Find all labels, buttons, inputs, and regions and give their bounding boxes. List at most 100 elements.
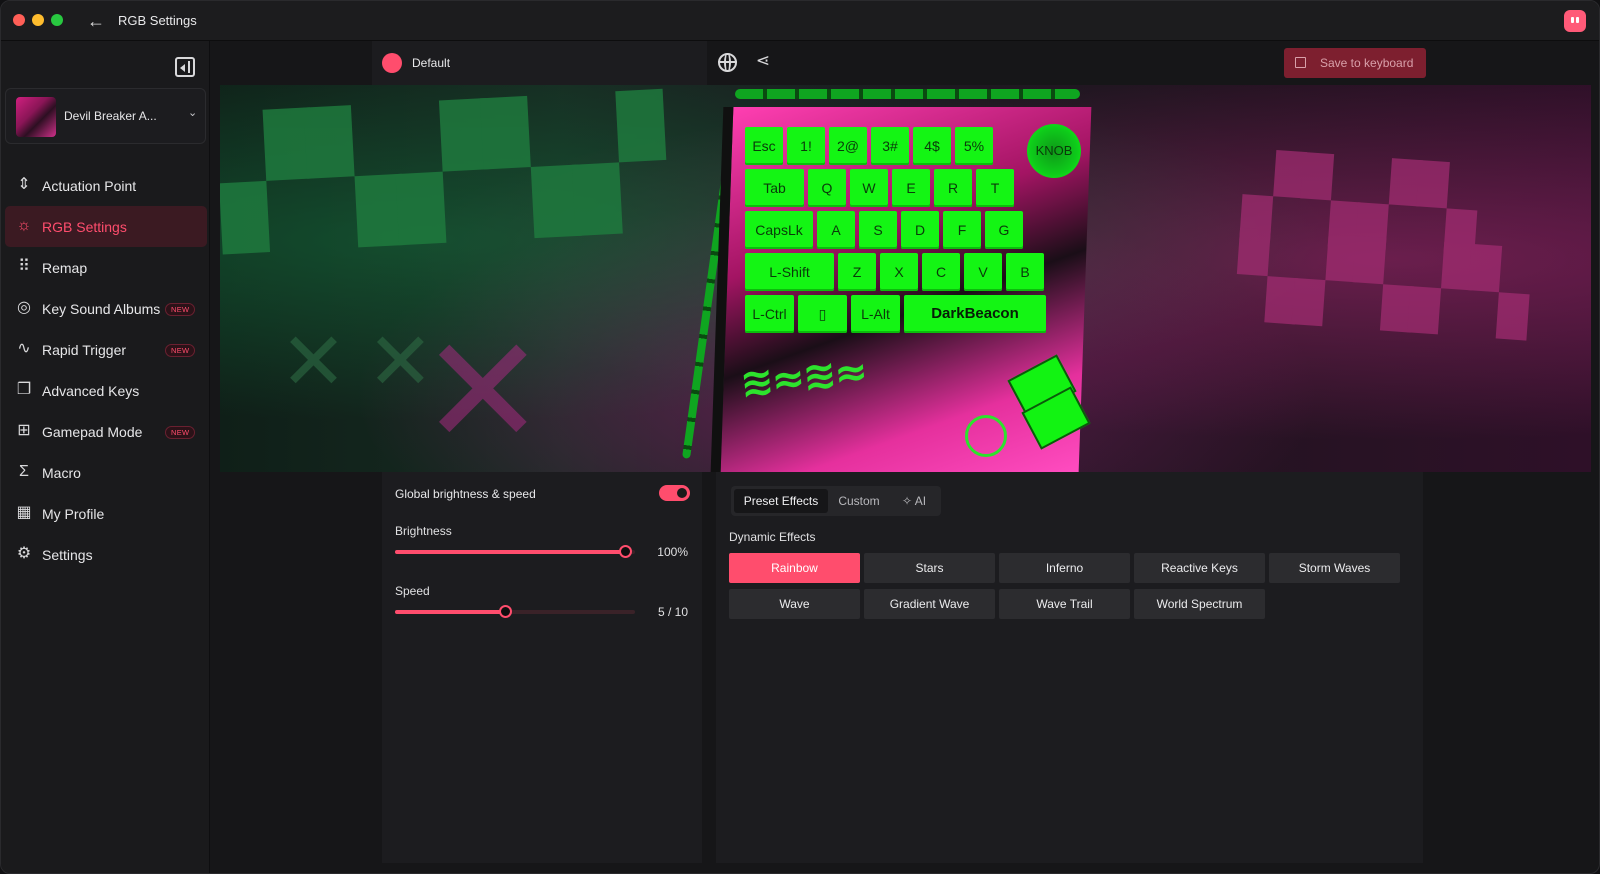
- key-tab[interactable]: Tab: [745, 169, 804, 207]
- key-2[interactable]: 2@: [829, 127, 867, 165]
- key-s[interactable]: S: [859, 211, 897, 249]
- speed-slider-fill: [395, 610, 505, 614]
- key-1[interactable]: 1!: [787, 127, 825, 165]
- sidebar-item-label: My Profile: [42, 506, 105, 522]
- key-d[interactable]: D: [901, 211, 939, 249]
- brightness-label: Brightness: [395, 524, 452, 538]
- key-l-ctrl[interactable]: L-Ctrl: [745, 295, 794, 333]
- sidebar-item-settings[interactable]: ⚙ Settings: [5, 534, 207, 575]
- effect-stars-button[interactable]: Stars: [864, 553, 995, 583]
- sidebar-item-key-sound-albums[interactable]: ◎ Key Sound Albums NEW: [5, 288, 207, 329]
- tab-custom[interactable]: Custom: [829, 489, 889, 513]
- sidebar-item-label: Settings: [42, 547, 93, 563]
- effect-inferno-button[interactable]: Inferno: [999, 553, 1130, 583]
- zoom-window-button[interactable]: [51, 14, 63, 26]
- key-5[interactable]: 5%: [955, 127, 993, 165]
- key-a[interactable]: A: [817, 211, 855, 249]
- window-title: RGB Settings: [118, 13, 197, 28]
- background-graffiti-green: ✕ ✕: [280, 315, 434, 408]
- key-e[interactable]: E: [892, 169, 930, 207]
- global-brightness-toggle[interactable]: [659, 485, 690, 501]
- effect-wave-button[interactable]: Wave: [729, 589, 860, 619]
- key-capslk[interactable]: CapsLk: [745, 211, 813, 249]
- key-x[interactable]: X: [880, 253, 918, 291]
- effects-tabs: Preset Effects Custom ✧ AI: [731, 486, 941, 516]
- sidebar-item-label: Key Sound Albums: [42, 301, 161, 317]
- key-g[interactable]: G: [985, 211, 1023, 249]
- sidebar-item-actuation-point[interactable]: ⇕ Actuation Point: [5, 165, 207, 206]
- back-arrow-icon[interactable]: ←: [85, 10, 107, 32]
- key-t[interactable]: T: [976, 169, 1014, 207]
- global-brightness-speed-label: Global brightness & speed: [395, 487, 536, 501]
- sidebar-item-label: Gamepad Mode: [42, 424, 143, 440]
- sidebar-item-remap[interactable]: ⠿ Remap: [5, 247, 207, 288]
- actuation-icon: ⇕: [17, 176, 31, 193]
- sidebar-item-gamepad-mode[interactable]: ⊞ Gamepad Mode NEW: [5, 411, 207, 452]
- key-l-shift[interactable]: L-Shift: [745, 253, 834, 291]
- effects-panel: Preset Effects Custom ✧ AI Dynamic Effec…: [716, 472, 1423, 863]
- speed-label: Speed: [395, 584, 430, 598]
- key-v[interactable]: V: [964, 253, 1002, 291]
- save-to-keyboard-button[interactable]: Save to keyboard: [1284, 48, 1426, 78]
- new-badge: NEW: [165, 344, 196, 357]
- globe-icon[interactable]: [718, 53, 737, 72]
- speed-slider-thumb[interactable]: [499, 605, 512, 618]
- background-graffiti-left: ▞▚▞▚▞: [220, 91, 665, 254]
- effect-storm-waves-button[interactable]: Storm Waves: [1269, 553, 1400, 583]
- sidebar-item-label: Advanced Keys: [42, 383, 140, 399]
- collapse-sidebar-icon[interactable]: [175, 57, 195, 77]
- sidebar-item-label: Rapid Trigger: [42, 342, 127, 358]
- sidebar: Devil Breaker A... ⌄ ⇕ Actuation Point ☼ RG…: [1, 41, 210, 873]
- profile-color-dot: [382, 53, 402, 73]
- key-3[interactable]: 3#: [871, 127, 909, 165]
- key-c[interactable]: C: [922, 253, 960, 291]
- sidebar-item-advanced-keys[interactable]: ❐ Advanced Keys: [5, 370, 207, 411]
- key-b[interactable]: B: [1006, 253, 1044, 291]
- app-window: ← RGB Settings Devil Breaker A... ⌄ ⇕ Act…: [0, 0, 1600, 874]
- device-selector[interactable]: Devil Breaker A... ⌄: [5, 88, 206, 144]
- close-window-button[interactable]: [13, 14, 25, 26]
- key-f[interactable]: F: [943, 211, 981, 249]
- effect-wave-trail-button[interactable]: Wave Trail: [999, 589, 1130, 619]
- sidebar-item-rapid-trigger[interactable]: ∿ Rapid Trigger NEW: [5, 329, 207, 370]
- new-badge: NEW: [165, 303, 196, 316]
- sidebar-item-rgb-settings[interactable]: ☼ RGB Settings: [5, 206, 207, 247]
- pulse-icon: ∿: [17, 340, 31, 357]
- sidebar-item-my-profile[interactable]: ▦ My Profile: [5, 493, 207, 534]
- grid-icon: ▦: [16, 504, 32, 521]
- profile-name: Default: [412, 56, 451, 70]
- key-fn[interactable]: ▯: [798, 295, 847, 333]
- key-z[interactable]: Z: [838, 253, 876, 291]
- brightness-slider[interactable]: [395, 545, 635, 558]
- speed-slider[interactable]: [395, 605, 635, 618]
- layers-icon: ❐: [16, 381, 32, 398]
- key-q[interactable]: Q: [808, 169, 846, 207]
- background-graffiti-right: ▞▚▞▚ ▚▞▚▞▚: [1234, 150, 1530, 340]
- effect-gradient-wave-button[interactable]: Gradient Wave: [864, 589, 995, 619]
- keyboard-knob[interactable]: KNOB: [1027, 124, 1081, 178]
- global-lighting-panel: Global brightness & speed Brightness 100…: [382, 472, 702, 863]
- app-logo-icon[interactable]: [1564, 10, 1586, 32]
- key-esc[interactable]: Esc: [745, 127, 783, 165]
- key-w[interactable]: W: [850, 169, 888, 207]
- sidebar-item-macro[interactable]: Σ Macro: [5, 452, 207, 493]
- key-r[interactable]: R: [934, 169, 972, 207]
- sidebar-nav: ⇕ Actuation Point ☼ RGB Settings ⠿ Remap ◎ Key …: [5, 165, 207, 575]
- tab-ai[interactable]: ✧ AI: [891, 489, 937, 513]
- device-name: Devil Breaker A...: [64, 109, 157, 123]
- key-l-alt[interactable]: L-Alt: [851, 295, 900, 333]
- brightness-slider-thumb[interactable]: [619, 545, 632, 558]
- effect-world-spectrum-button[interactable]: World Spectrum: [1134, 589, 1265, 619]
- effect-rainbow-button[interactable]: Rainbow: [729, 553, 860, 583]
- effect-reactive-keys-button[interactable]: Reactive Keys: [1134, 553, 1265, 583]
- key-4[interactable]: 4$: [913, 127, 951, 165]
- sidebar-item-label: Macro: [42, 465, 81, 481]
- key-darkbeacon[interactable]: DarkBeacon: [904, 295, 1046, 333]
- share-icon[interactable]: ⋖: [753, 51, 773, 71]
- sidebar-item-label: Actuation Point: [42, 178, 137, 194]
- profile-selector[interactable]: Default: [372, 41, 707, 85]
- keyboard-top-led-strip: [735, 89, 1080, 99]
- minimize-window-button[interactable]: [32, 14, 44, 26]
- tab-preset-effects[interactable]: Preset Effects: [734, 489, 828, 513]
- sigma-icon: Σ: [19, 463, 29, 480]
